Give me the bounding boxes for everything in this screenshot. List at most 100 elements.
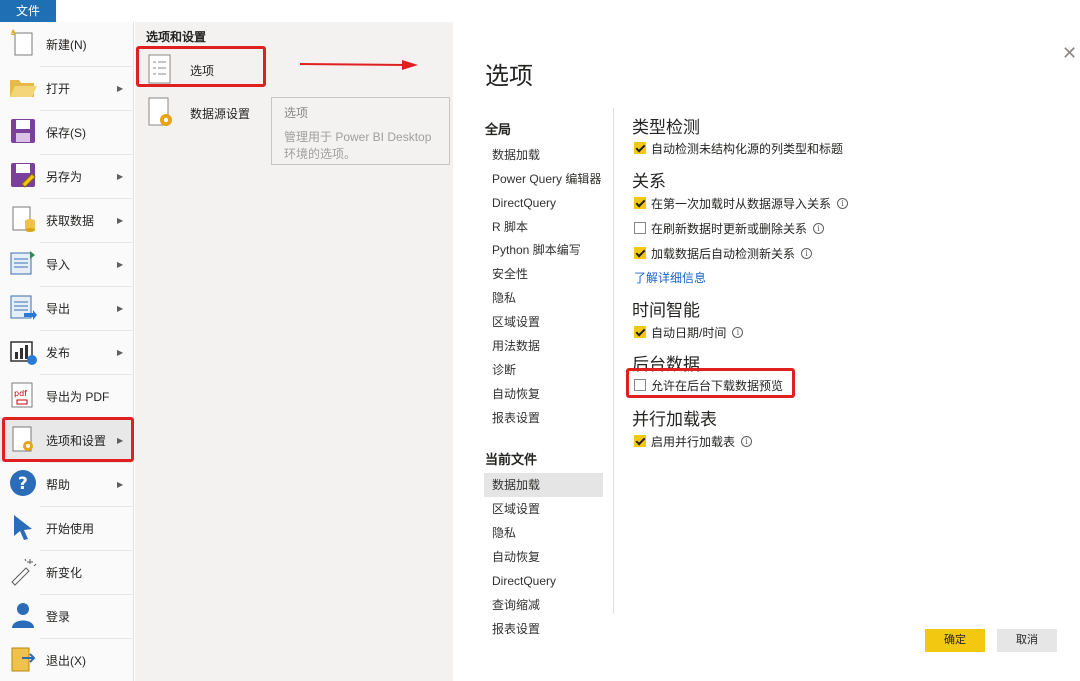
nav-item-current-data-load[interactable]: 数据加载 [484, 473, 603, 497]
checkbox-checked[interactable] [634, 142, 646, 154]
menu-label: 导出 [46, 301, 71, 316]
nav-item-global-report-settings[interactable]: 报表设置 [484, 406, 603, 430]
highlight-frame-options [136, 46, 266, 87]
menu-label: 退出(X) [46, 653, 86, 668]
submenu-label: 数据源设置 [190, 107, 251, 121]
nav-item-current-query-reduction[interactable]: 查询缩减 [484, 593, 603, 617]
nav-item-current-autorecovery[interactable]: 自动恢复 [484, 545, 603, 569]
nav-divider [613, 108, 614, 614]
close-icon[interactable]: ✕ [1062, 43, 1077, 64]
nav-item-current-privacy[interactable]: 隐私 [484, 521, 603, 545]
nav-item-global-autorecovery[interactable]: 自动恢复 [484, 382, 603, 406]
menu-label: 保存(S) [46, 125, 86, 140]
learn-more-link[interactable]: 了解详细信息 [634, 269, 706, 286]
checkbox-checked[interactable] [634, 247, 646, 259]
menu-item-open[interactable]: 打开 ▶ [0, 66, 134, 110]
nav-item-global-power-query[interactable]: Power Query 编辑器 [484, 167, 603, 191]
chevron-right-icon: ▶ [117, 347, 124, 357]
nav-item-current-directquery[interactable]: DirectQuery [484, 569, 603, 593]
option-label: 自动日期/时间 [651, 325, 727, 340]
info-icon[interactable]: i [837, 197, 849, 209]
menu-label: 开始使用 [46, 521, 95, 536]
section-heading-time-intelligence: 时间智能 [632, 301, 700, 320]
menu-item-save[interactable]: 保存(S) [0, 110, 134, 154]
section-heading-type-detection: 类型检测 [632, 118, 700, 137]
nav-item-current-report-settings[interactable]: 报表设置 [484, 617, 603, 641]
menu-label: 另存为 [46, 169, 83, 184]
save-icon [11, 119, 35, 143]
option-label: 自动检测未结构化源的列类型和标题 [651, 141, 844, 156]
menu-item-whats-new[interactable]: 新变化 [0, 550, 134, 594]
exit-icon [11, 647, 36, 672]
dialog-title: 选项 [485, 63, 533, 90]
pdf-icon: pdf [11, 382, 33, 408]
menu-item-export-pdf[interactable]: pdf 导出为 PDF [0, 374, 134, 418]
menu-label: 帮助 [46, 477, 71, 492]
nav-item-global-python[interactable]: Python 脚本编写 [484, 238, 603, 262]
nav-item-global-usage-data[interactable]: 用法数据 [484, 334, 603, 358]
info-icon[interactable]: i [801, 247, 813, 259]
nav-item-global-r-script[interactable]: R 脚本 [484, 215, 603, 239]
nav-item-current-regional[interactable]: 区域设置 [484, 497, 603, 521]
nav-item-global-regional[interactable]: 区域设置 [484, 310, 603, 334]
nav-item-global-security[interactable]: 安全性 [484, 262, 603, 286]
checkbox-checked[interactable] [634, 197, 646, 209]
nav-item-global-directquery[interactable]: DirectQuery [484, 191, 603, 215]
menu-item-get-started[interactable]: 开始使用 [0, 506, 134, 550]
checkbox-checked[interactable] [634, 326, 646, 338]
option-auto-detect-types[interactable]: 自动检测未结构化源的列类型和标题 [634, 140, 843, 156]
nav-item-global-privacy[interactable]: 隐私 [484, 286, 603, 310]
info-icon[interactable]: i [813, 222, 825, 234]
chevron-right-icon: ▶ [117, 215, 124, 225]
getting-started-icon [14, 515, 32, 540]
checkbox-checked[interactable] [634, 435, 646, 447]
menu-item-publish[interactable]: 发布 ▶ [0, 330, 134, 374]
section-heading-relationships: 关系 [632, 172, 666, 191]
menu-item-exit[interactable]: 退出(X) [0, 638, 134, 681]
nav-heading-global: 全局 [485, 122, 512, 137]
menu-item-save-as[interactable]: 另存为 ▶ [0, 154, 134, 198]
menu-label: 新建(N) [46, 37, 87, 52]
tooltip-description: 管理用于 Power BI Desktop 环境的选项。 [284, 130, 432, 161]
chevron-right-icon: ▶ [117, 303, 124, 313]
info-icon[interactable]: i [741, 435, 753, 447]
tooltip-title: 选项 [284, 106, 309, 120]
option-import-relationships[interactable]: 在第一次加载时从数据源导入关系 i [634, 195, 849, 211]
menu-item-sign-in[interactable]: 登录 [0, 594, 134, 638]
import-icon [10, 251, 35, 275]
highlight-frame-background-preview [626, 368, 795, 398]
export-icon [10, 295, 37, 320]
file-menu: 新建(N) 打开 ▶ 保存(S) 另存为 ▶ 获取数据 ▶ 导入 ▶ 导出 ▶ … [0, 22, 134, 681]
svg-text:?: ? [18, 474, 28, 494]
option-label: 启用并行加载表 [651, 434, 736, 449]
menu-item-export[interactable]: 导出 ▶ [0, 286, 134, 330]
menu-label: 发布 [46, 345, 71, 360]
chevron-right-icon: ▶ [117, 479, 124, 489]
menu-item-get-data[interactable]: 获取数据 ▶ [0, 198, 134, 242]
file-tab[interactable]: 文件 [0, 0, 56, 22]
chevron-right-icon: ▶ [117, 171, 124, 181]
get-data-icon [12, 206, 35, 232]
section-heading-parallel-load: 并行加载表 [632, 410, 717, 429]
info-icon[interactable]: i [732, 326, 744, 338]
cancel-button[interactable]: 取消 [997, 629, 1057, 652]
menu-label: 打开 [46, 81, 71, 96]
ok-button[interactable]: 确定 [925, 629, 985, 652]
menu-label: 登录 [46, 609, 71, 624]
option-autodetect-relationships[interactable]: 加载数据后自动检测新关系 i [634, 245, 813, 261]
option-update-relationships[interactable]: 在刷新数据时更新或删除关系 i [634, 220, 825, 236]
nav-heading-current-file: 当前文件 [485, 452, 538, 467]
menu-item-import[interactable]: 导入 ▶ [0, 242, 134, 286]
option-parallel-load[interactable]: 启用并行加载表 i [634, 433, 753, 449]
menu-label: 导入 [46, 257, 71, 272]
nav-item-global-data-load[interactable]: 数据加载 [484, 143, 603, 167]
nav-item-global-diagnostics[interactable]: 诊断 [484, 358, 603, 382]
user-icon [12, 603, 34, 628]
menu-item-new[interactable]: 新建(N) [0, 22, 134, 66]
option-auto-datetime[interactable]: 自动日期/时间 i [634, 324, 744, 340]
datasource-settings-icon [148, 97, 172, 126]
highlight-frame-options-settings [2, 417, 134, 462]
checkbox-unchecked[interactable] [634, 222, 646, 234]
menu-item-help[interactable]: ? 帮助 ▶ [0, 462, 134, 506]
app-root: 文件 新建(N) 打开 ▶ 保存(S) 另存为 ▶ 获取数据 ▶ 导入 ▶ 导出… [0, 0, 1080, 681]
